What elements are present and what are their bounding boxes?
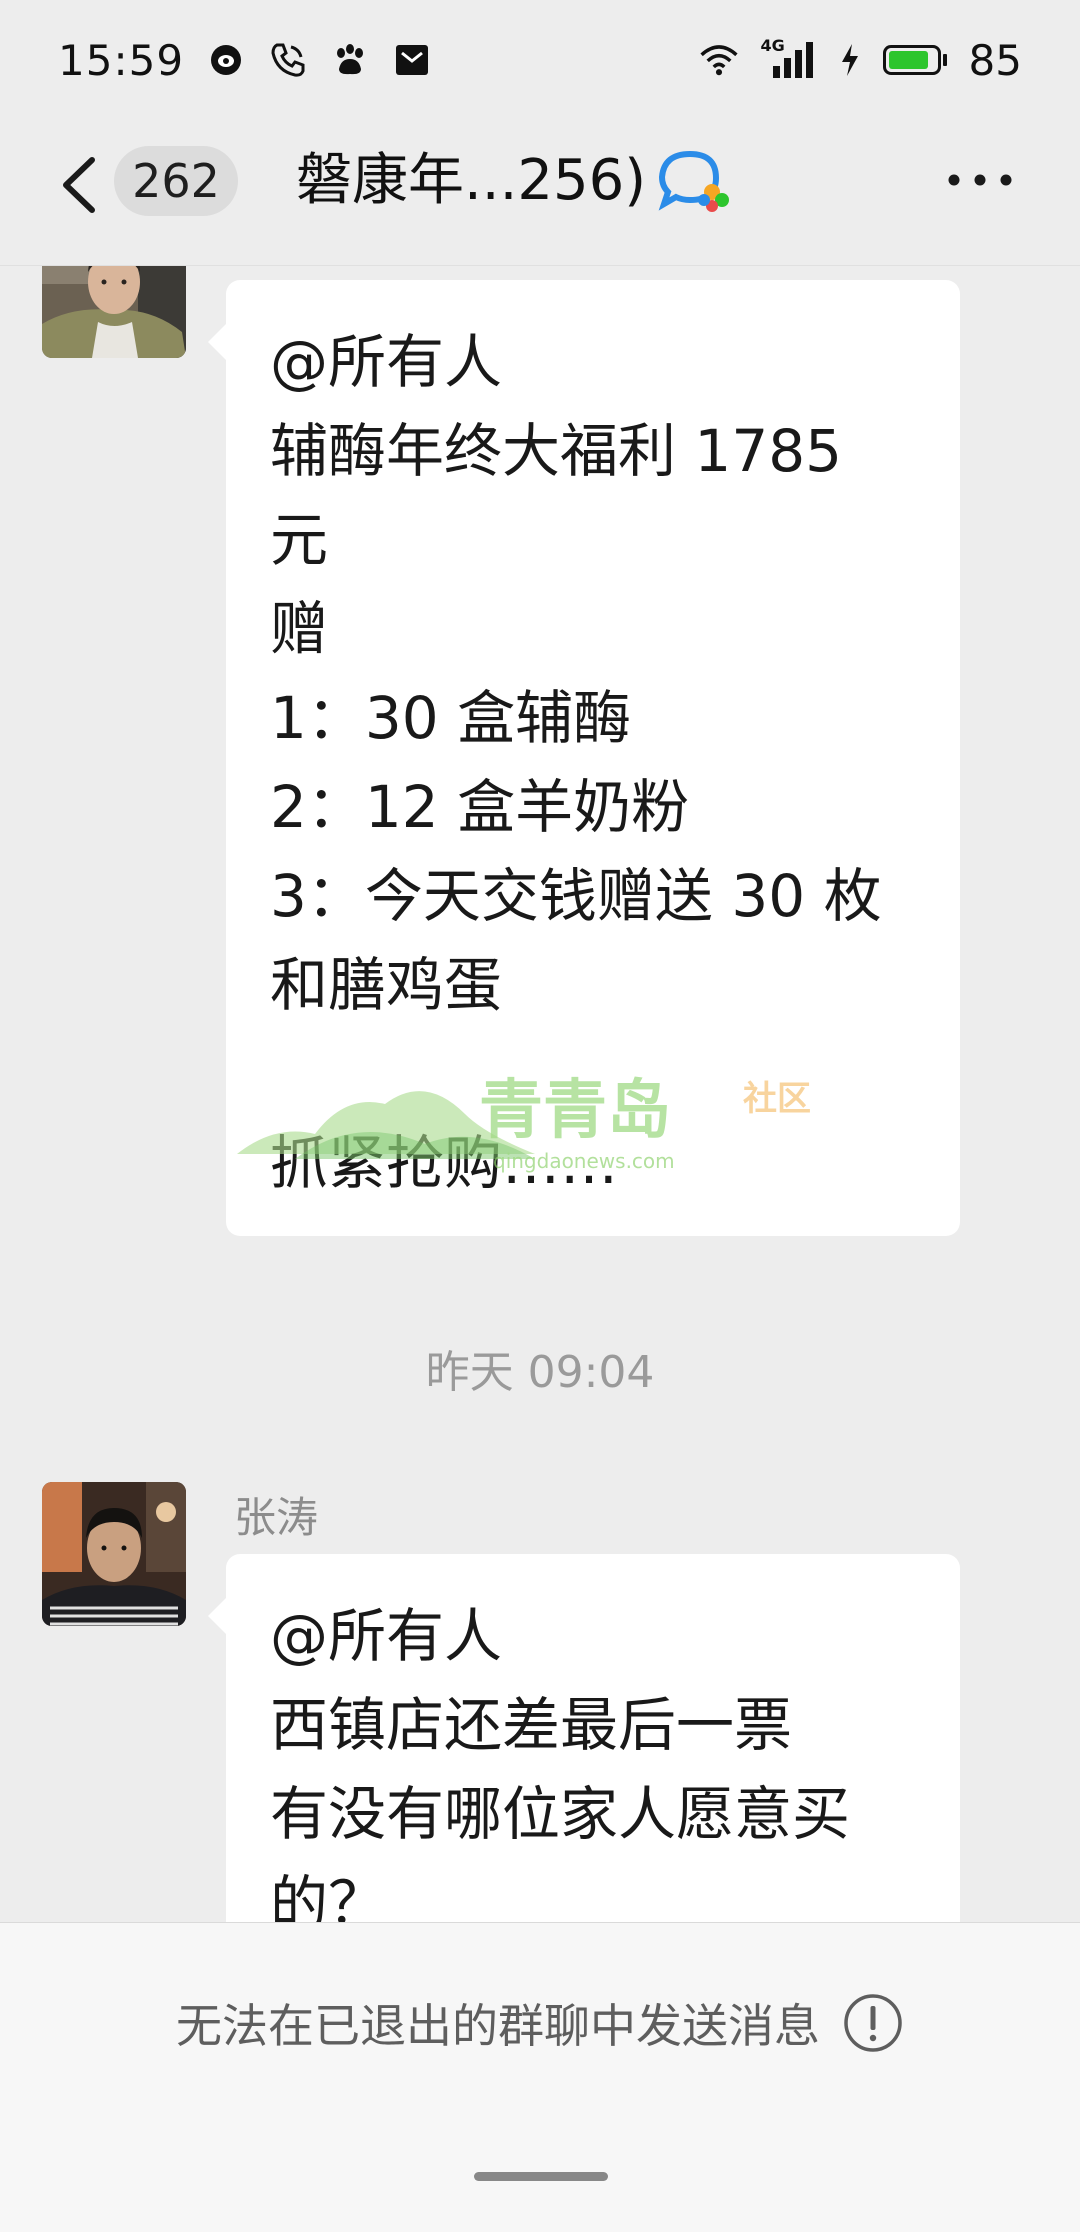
message-line: 赠 bbox=[270, 595, 329, 663]
sender-name: 张涛 bbox=[234, 1493, 319, 1542]
message-line: @所有人 bbox=[270, 1602, 503, 1670]
message-line: 有没有哪位家人愿意买 bbox=[270, 1780, 851, 1848]
unread-count-badge[interactable]: 262 bbox=[114, 146, 238, 216]
status-bar: 15:59 4G 85 bbox=[0, 0, 1080, 120]
message-bubble[interactable]: @所有人 辅酶年终大福利 1785 元 赠 1：30 盒辅酶 2：12 盒羊奶粉… bbox=[208, 280, 960, 1236]
message-list[interactable]: @所有人 辅酶年终大福利 1785 元 赠 1：30 盒辅酶 2：12 盒羊奶粉… bbox=[0, 266, 1080, 1922]
message-line: 3：今天交钱赠送 30 枚 bbox=[270, 862, 882, 930]
chat-title[interactable]: 磐康年...256) bbox=[296, 142, 646, 220]
message-line: 的？ bbox=[270, 1869, 387, 1922]
wifi-icon bbox=[699, 40, 739, 80]
message-line: 和膳鸡蛋 bbox=[270, 951, 503, 1019]
info-icon[interactable] bbox=[842, 1992, 904, 2054]
avatar[interactable] bbox=[42, 1482, 186, 1626]
mail-icon bbox=[392, 40, 432, 80]
battery-icon bbox=[882, 45, 947, 75]
battery-fill bbox=[888, 51, 928, 69]
avatar[interactable] bbox=[42, 266, 186, 358]
group-chat-icon[interactable] bbox=[656, 146, 736, 216]
back-chevron-icon[interactable] bbox=[52, 150, 112, 220]
message-line: 抓紧抢购…… bbox=[270, 1129, 619, 1197]
phone-icon bbox=[268, 40, 308, 80]
message-line: 西镇店还差最后一票 bbox=[270, 1691, 793, 1759]
status-time: 15:59 bbox=[58, 35, 185, 85]
signal-icon: 4G bbox=[761, 36, 817, 80]
message-line: 元 bbox=[270, 506, 329, 574]
notice-text: 无法在已退出的群聊中发送消息 bbox=[176, 1999, 820, 2053]
chat-header: 262 磐康年...256) bbox=[0, 120, 1080, 266]
timestamp: 昨天 09:04 bbox=[425, 1347, 655, 1398]
message-line: @所有人 bbox=[270, 328, 503, 396]
weibo-icon bbox=[206, 40, 246, 80]
message-line bbox=[270, 1030, 916, 1119]
charging-icon bbox=[839, 40, 861, 80]
battery-percent: 85 bbox=[968, 35, 1022, 85]
message-line: 1：30 盒辅酶 bbox=[270, 684, 632, 752]
more-icon[interactable] bbox=[940, 160, 1020, 200]
home-indicator[interactable] bbox=[474, 2172, 608, 2181]
message-line: 辅酶年终大福利 1785 bbox=[270, 417, 843, 485]
message-bubble[interactable]: @所有人 西镇店还差最后一票 有没有哪位家人愿意买 的？ bbox=[208, 1554, 960, 1922]
gesture-area bbox=[0, 2122, 1080, 2232]
message-line: 2：12 盒羊奶粉 bbox=[270, 773, 690, 841]
paw-icon bbox=[330, 40, 370, 80]
network-label: 4G bbox=[760, 36, 785, 55]
notice-bar: 无法在已退出的群聊中发送消息 bbox=[0, 1922, 1080, 2123]
